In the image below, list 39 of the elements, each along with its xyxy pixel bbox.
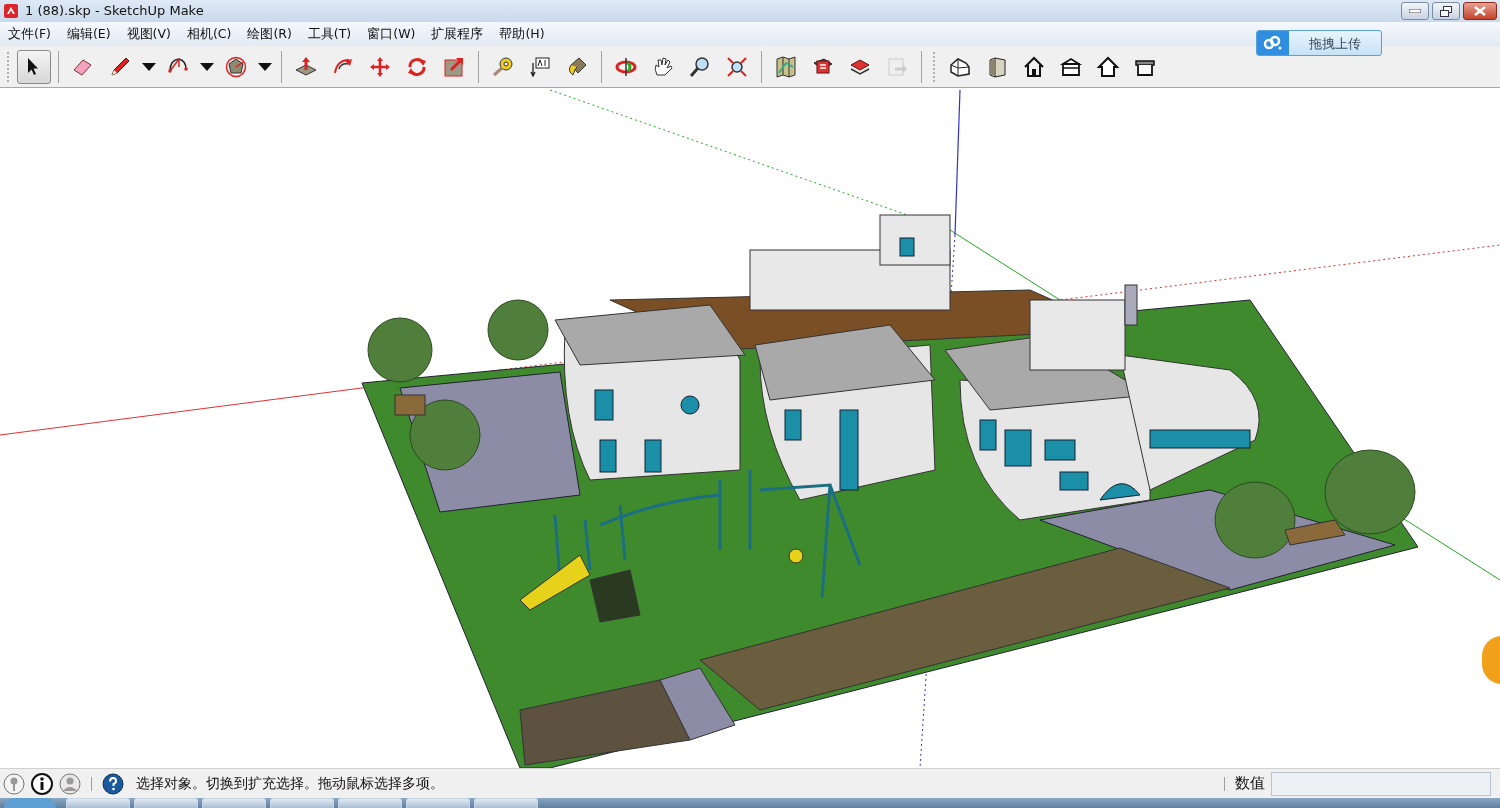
map-icon (774, 54, 798, 79)
info-icon[interactable] (31, 772, 53, 795)
menu-item[interactable]: 窗口(W) (359, 22, 424, 46)
menu-item[interactable]: 帮助(H) (491, 22, 553, 46)
restore-icon (1440, 5, 1452, 17)
caret-icon (200, 62, 214, 71)
menu-item[interactable]: 绘图(R) (239, 22, 300, 46)
menu-item[interactable]: 编辑(E) (58, 22, 119, 46)
close-button[interactable] (1463, 2, 1497, 20)
menu-item[interactable]: 工具(T) (299, 22, 360, 46)
restore-button[interactable] (1432, 2, 1460, 20)
location-pin-icon[interactable] (3, 772, 25, 795)
minimize-icon (1409, 9, 1421, 13)
house-outline-icon (1096, 54, 1120, 79)
cloud-link-icon (1263, 35, 1283, 51)
viewport-background[interactable] (0, 88, 1500, 768)
user-icon[interactable] (59, 772, 81, 795)
start-button[interactable] (4, 798, 56, 808)
polygon-icon (224, 54, 248, 79)
front-house-icon (1022, 54, 1046, 79)
menu-item[interactable]: 相机(C) (178, 22, 240, 46)
caret-icon (142, 62, 156, 71)
measurements-field[interactable] (1271, 771, 1491, 796)
menu-item[interactable]: 扩展程序 (423, 22, 492, 46)
zoom-extents-icon (725, 54, 749, 79)
menu-item[interactable]: 文件(F) (0, 22, 59, 46)
menu-item[interactable]: 视图(V) (118, 22, 179, 46)
zoom-icon (688, 54, 712, 79)
status-message: 选择对象。切换到扩充选择。拖动鼠标选择多项。 (136, 774, 444, 793)
window-title: 1 (88).skp - SketchUp Make (25, 2, 204, 21)
help-icon[interactable] (102, 772, 124, 795)
select-arrow-tool-button[interactable] (17, 49, 51, 84)
upload-button[interactable]: 拖拽上传 (1256, 30, 1382, 56)
tape-measure-icon (491, 54, 515, 79)
text-label-icon (528, 54, 552, 79)
app-logo-icon (3, 3, 19, 19)
caret-icon (258, 62, 272, 71)
measurements-label: 数值 (1235, 773, 1265, 795)
close-icon (1474, 6, 1486, 16)
